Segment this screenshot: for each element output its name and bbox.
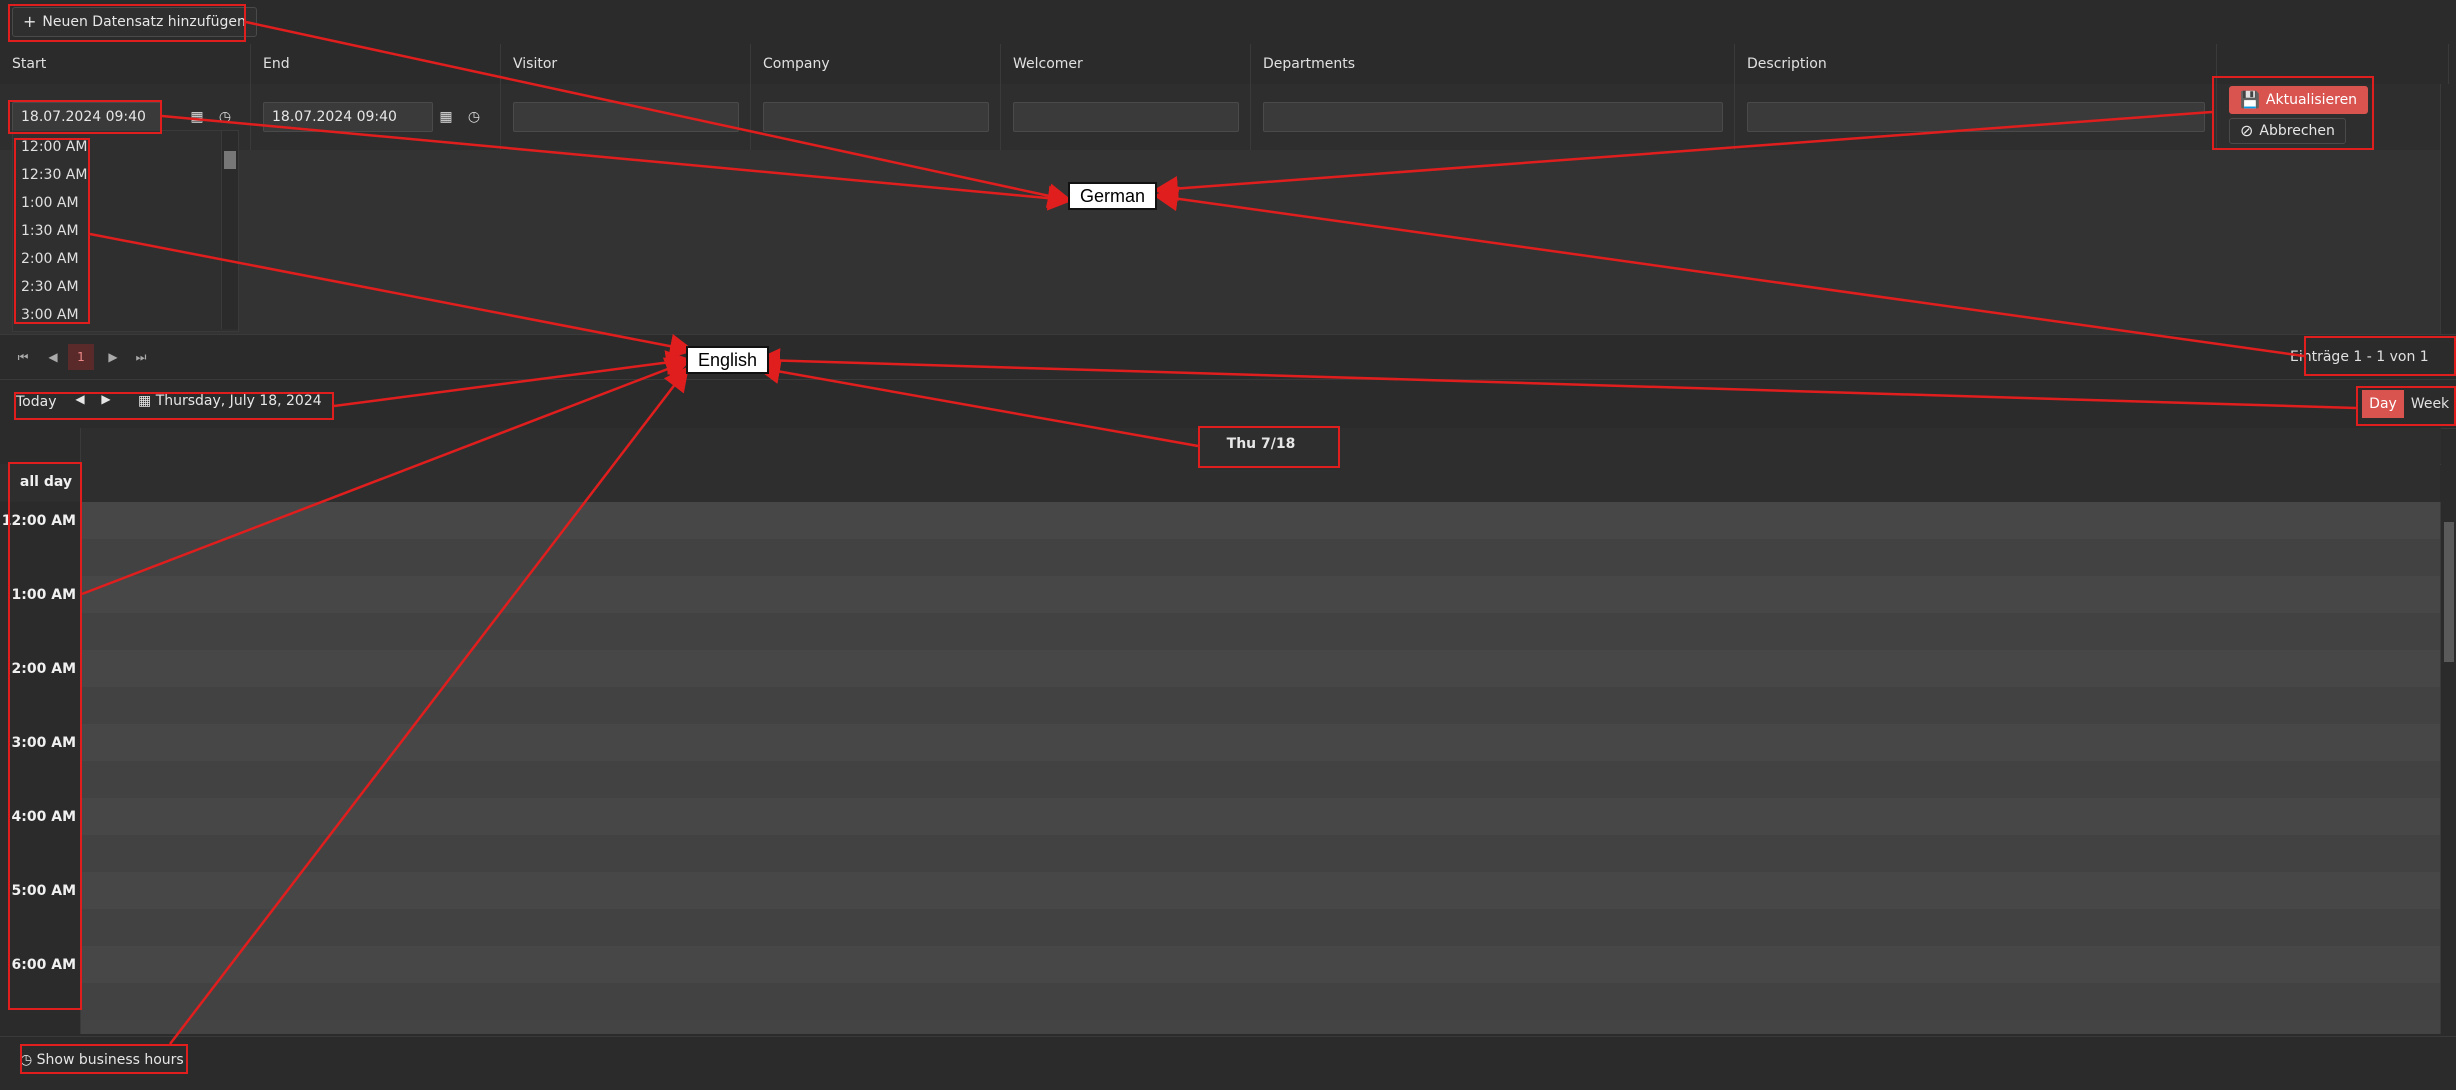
time-slot[interactable] xyxy=(81,983,2440,1020)
description-cell xyxy=(1735,84,2217,150)
annotation-label-german: German xyxy=(1068,182,1158,210)
time-slot[interactable] xyxy=(81,576,2440,613)
annotation-box-add-button xyxy=(8,4,246,42)
time-slots-area[interactable] xyxy=(81,502,2440,1034)
end-cell: 18.07.2024 09:40 ▦ ◷ xyxy=(251,84,501,150)
column-header-welcomer[interactable]: Welcomer xyxy=(1001,44,1251,84)
next-page-icon[interactable]: ▶ xyxy=(100,344,126,370)
end-datetime-input[interactable]: 18.07.2024 09:40 xyxy=(263,102,433,132)
end-calendar-icon[interactable]: ▦ xyxy=(433,102,459,132)
scheduler-vertical-scrollbar[interactable] xyxy=(2440,502,2456,1034)
start-calendar-icon[interactable]: ▦ xyxy=(184,102,210,132)
annotation-box-view-switch xyxy=(2356,386,2456,426)
time-slot[interactable] xyxy=(81,872,2440,909)
annotation-box-time-options xyxy=(14,138,90,324)
grid-edit-row: 18.07.2024 09:40 ▦ ◷ 18.07.2024 09:40 ▦ … xyxy=(0,84,2456,151)
grid-header: Start End Visitor Company Welcomer Depar… xyxy=(0,44,2456,85)
last-page-icon[interactable]: ⏭ xyxy=(128,344,154,370)
time-slot[interactable] xyxy=(81,687,2440,724)
first-page-icon[interactable]: ⏮ xyxy=(10,344,36,370)
time-slot[interactable] xyxy=(81,613,2440,650)
end-clock-icon[interactable]: ◷ xyxy=(461,102,487,132)
time-slot[interactable] xyxy=(81,650,2440,687)
time-dropdown-scrollbar[interactable] xyxy=(221,131,238,329)
departments-cell xyxy=(1251,84,1735,150)
column-header-company[interactable]: Company xyxy=(751,44,1001,84)
grid-content-area xyxy=(0,150,2440,334)
annotation-box-day-header xyxy=(1198,426,1340,468)
description-input[interactable] xyxy=(1747,102,2205,132)
welcomer-cell xyxy=(1001,84,1251,150)
annotation-box-start-input xyxy=(8,100,162,134)
time-slot[interactable] xyxy=(81,835,2440,872)
company-cell xyxy=(751,84,1001,150)
grid-pager: ⏮ ◀ 1 ▶ ⏭ Einträge 1 - 1 von 1 xyxy=(0,334,2456,380)
time-slot[interactable] xyxy=(81,724,2440,761)
annotation-box-time-axis xyxy=(8,462,82,1010)
time-slot[interactable] xyxy=(81,946,2440,983)
visitor-input[interactable] xyxy=(513,102,739,132)
column-header-start[interactable]: Start xyxy=(0,44,251,84)
scheduler-footer: ◷ Show business hours xyxy=(0,1036,2456,1090)
prev-page-icon[interactable]: ◀ xyxy=(40,344,66,370)
annotation-box-date-nav xyxy=(14,392,334,420)
grid-toolbar: + Neuen Datensatz hinzufügen xyxy=(0,0,2456,45)
page-number-button[interactable]: 1 xyxy=(68,344,94,370)
annotation-box-command-buttons xyxy=(2212,76,2374,150)
welcomer-input[interactable] xyxy=(1013,102,1239,132)
annotation-box-pager-summary xyxy=(2304,336,2456,376)
time-slot[interactable] xyxy=(81,502,2440,539)
time-slot[interactable] xyxy=(81,909,2440,946)
all-day-row: all day xyxy=(0,464,2440,503)
company-input[interactable] xyxy=(763,102,989,132)
scheduler-scroll-thumb[interactable] xyxy=(2444,522,2454,662)
column-header-visitor[interactable]: Visitor xyxy=(501,44,751,84)
time-slot[interactable] xyxy=(81,798,2440,835)
corner-cell xyxy=(0,428,80,465)
column-header-description[interactable]: Description xyxy=(1735,44,2217,84)
visitor-cell xyxy=(501,84,751,150)
column-header-end[interactable]: End xyxy=(251,44,501,84)
departments-input[interactable] xyxy=(1263,102,1723,132)
column-header-departments[interactable]: Departments xyxy=(1251,44,1735,84)
scheduler-toolbar: Today ◀ ▶ ▦ Thursday, July 18, 2024 Day … xyxy=(0,380,2456,429)
start-clock-icon[interactable]: ◷ xyxy=(212,102,238,132)
time-dropdown-scroll-thumb[interactable] xyxy=(224,151,236,169)
time-slot[interactable] xyxy=(81,539,2440,576)
annotation-box-business-hours xyxy=(20,1044,188,1074)
annotation-label-english: English xyxy=(686,346,770,374)
time-slot[interactable] xyxy=(81,761,2440,798)
grid-vertical-scrollbar[interactable] xyxy=(2440,84,2456,334)
app-root: + Neuen Datensatz hinzufügen Start End V… xyxy=(0,0,2456,1090)
